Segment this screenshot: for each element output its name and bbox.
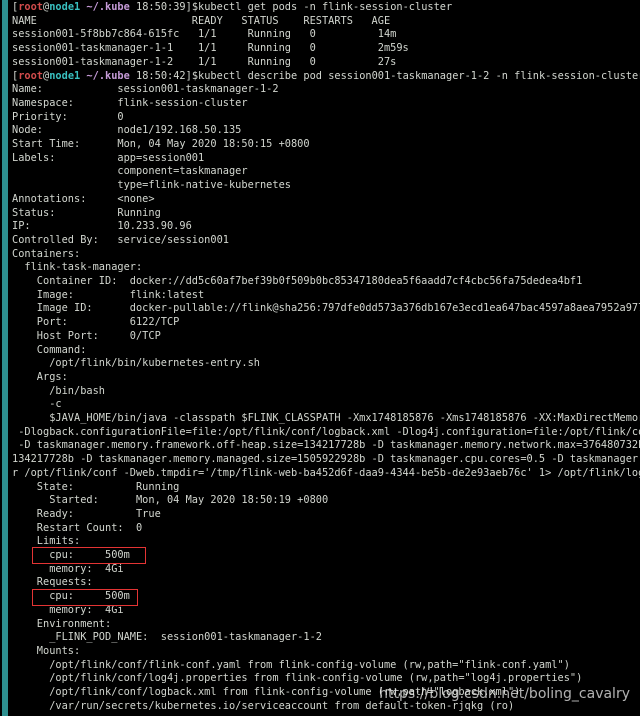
terminal-line: Restart Count: 0 (12, 521, 143, 534)
terminal-line: Labels: app=session001 (12, 151, 205, 164)
terminal-line: Environment: (12, 617, 112, 630)
terminal-line: -Dlogback.configurationFile=file:/opt/fl… (12, 425, 640, 438)
terminal-line: IP: 10.233.90.96 (12, 220, 192, 233)
terminal-line: _FLINK_POD_NAME: session001-taskmanager-… (12, 631, 322, 644)
terminal-line: Mounts: (12, 644, 81, 657)
terminal-line: State: Running (12, 480, 180, 493)
prompt-segment: 18:50:42]$kubectl describe pod session00… (129, 69, 640, 82)
terminal-line: Args: (12, 370, 68, 383)
terminal-line: /bin/bash (12, 384, 105, 397)
terminal-line: Controlled By: service/session001 (12, 233, 229, 246)
terminal-line: /opt/flink/bin/kubernetes-entry.sh (12, 357, 260, 370)
terminal-line: [root@node1 ~/.kube 18:50:42]$kubectl de… (12, 70, 640, 84)
terminal-line: Container ID: docker://dd5c60af7bef39b0f… (12, 275, 583, 287)
terminal-line: -c (12, 398, 62, 411)
prompt-segment: ~/.kube (86, 1, 130, 13)
terminal-line: Command: (12, 343, 87, 356)
terminal-line: /opt/flink/conf/log4j.properties from fl… (12, 672, 583, 685)
prompt-segment: node1 (49, 1, 81, 13)
prompt-segment: ~/.kube (86, 69, 130, 82)
terminal-line: Image ID: docker-pullable://flink@sha256… (12, 302, 640, 315)
limits-cpu-highlight (32, 547, 146, 564)
terminal-line: [root@node1 ~/.kube 18:50:39]$kubectl ge… (12, 1, 640, 15)
terminal-line: Port: 6122/TCP (12, 316, 180, 329)
terminal-window[interactable]: [root@node1 ~/.kube 18:50:39]$kubectl ge… (0, 0, 640, 716)
gutter-bar-bottom (2, 68, 8, 716)
terminal-line: session001-taskmanager-1-2 1/1 Running 0… (12, 55, 397, 68)
terminal-line: Status: Running (12, 206, 161, 219)
terminal-line: Node: node1/192.168.50.135 (12, 124, 242, 137)
prompt-segment: 18:50:39]$kubectl get pods -n flink-sess… (129, 1, 453, 13)
terminal-line: session001-taskmanager-1-1 1/1 Running 0… (12, 42, 409, 55)
terminal-line: session001-5f8bb7c864-615fc 1/1 Running … (12, 28, 397, 41)
terminal-line: NAME READY STATUS RESTARTS AGE (12, 14, 391, 27)
terminal-line: Name: session001-taskmanager-1-2 (12, 83, 279, 96)
terminal-line: Containers: (12, 247, 81, 260)
terminal-line: Started: Mon, 04 May 2020 18:50:19 +0800 (12, 494, 329, 507)
terminal-line: Ready: True (12, 507, 161, 520)
terminal-line: /opt/flink/conf/flink-conf.yaml from fli… (12, 658, 570, 671)
terminal-line: Start Time: Mon, 04 May 2020 18:50:15 +0… (12, 138, 310, 150)
prompt-segment: root (18, 69, 44, 82)
prompt-segment: root (18, 1, 44, 13)
terminal-line: memory: 4Gi (12, 562, 124, 575)
terminal-line: flink-task-manager: (12, 261, 143, 274)
terminal-line: component=taskmanager (12, 165, 248, 178)
terminal-line: 134217728b -D taskmanager.memory.managed… (12, 453, 640, 466)
terminal-line: Annotations: <none> (12, 192, 155, 205)
gutter-bar-top (2, 0, 8, 68)
watermark: https://blog.csdn.net/boling_cavalry (379, 686, 630, 702)
prompt-segment: node1 (49, 69, 81, 82)
terminal-line: r /opt/flink/conf -Dweb.tmpdir='/tmp/fli… (12, 466, 640, 479)
terminal-line: $JAVA_HOME/bin/java -classpath $FLINK_CL… (12, 412, 640, 424)
terminal-line: Namespace: flink-session-cluster (12, 96, 248, 109)
terminal-line: type=flink-native-kubernetes (12, 179, 291, 192)
requests-cpu-highlight (32, 589, 138, 606)
terminal-line: -D taskmanager.memory.framework.off-heap… (12, 439, 640, 452)
terminal-line: Host Port: 0/TCP (12, 329, 161, 342)
terminal-line: Priority: 0 (12, 110, 124, 123)
terminal-line: Image: flink:latest (12, 288, 205, 301)
